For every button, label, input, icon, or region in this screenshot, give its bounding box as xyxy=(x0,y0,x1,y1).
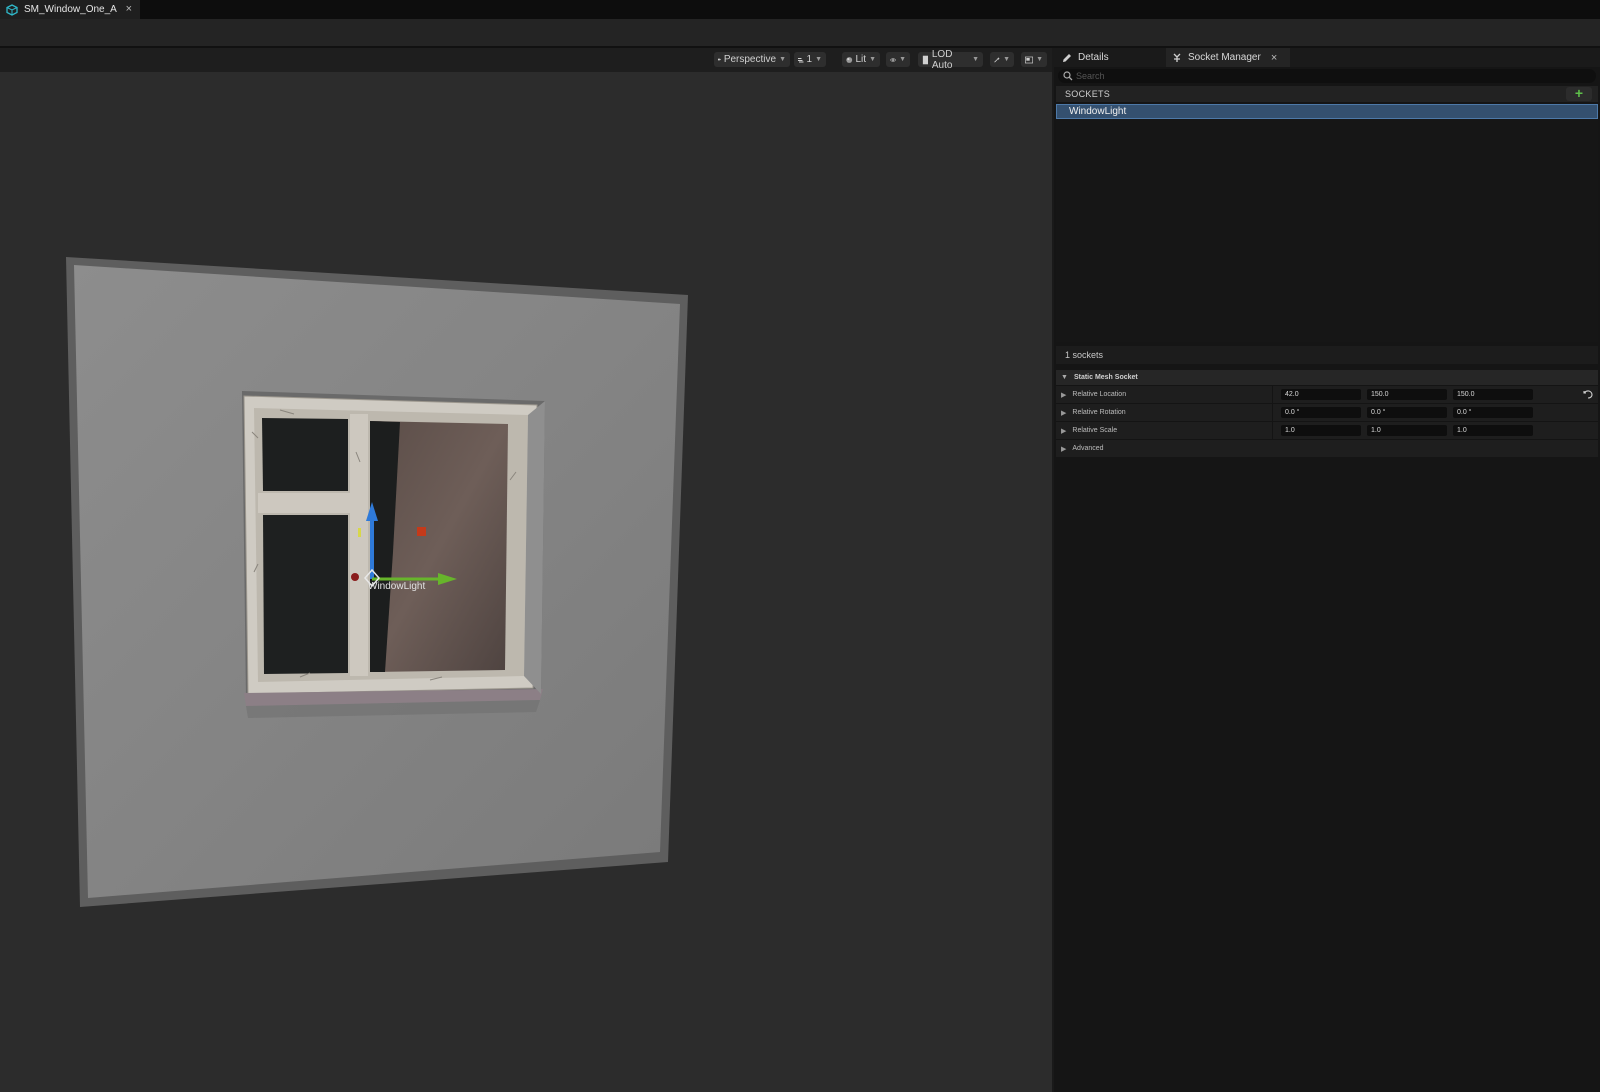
category-static-mesh-socket[interactable]: ▼ Static Mesh Socket xyxy=(1056,370,1598,385)
property-advanced[interactable]: ▶ Advanced xyxy=(1056,439,1598,457)
chevron-down-icon: ▼ xyxy=(779,56,786,63)
tab-details-label: Details xyxy=(1078,52,1109,63)
tab-details[interactable]: Details xyxy=(1058,48,1162,67)
show-flags-button[interactable]: ▼ xyxy=(886,52,910,67)
socket-count-bar: 1 sockets xyxy=(1056,346,1598,364)
document-tab-strip: SM_Window_One_A × xyxy=(0,0,1600,19)
scene-render[interactable]: WindowLight xyxy=(0,72,1052,1092)
viewport[interactable]: Perspective ▼ 1 ▼ Lit ▼ ▼ LOD Auto ▼ ▼ ▼… xyxy=(0,48,1052,1092)
scale-y-field[interactable]: 1.0 xyxy=(1367,425,1447,436)
lod-label: LOD Auto xyxy=(931,48,953,71)
chevron-down-icon: ▼ xyxy=(972,56,979,63)
performance-button[interactable]: ▼ xyxy=(990,52,1014,67)
eye-icon xyxy=(890,57,897,62)
location-y-field[interactable]: 150.0 xyxy=(1367,389,1447,400)
gizmo-origin[interactable] xyxy=(351,573,359,581)
camera-label: Perspective xyxy=(723,54,777,65)
column-divider[interactable] xyxy=(1272,386,1273,403)
camera-icon xyxy=(718,58,721,61)
window-pane-top-left xyxy=(262,418,348,491)
document-tab-title: SM_Window_One_A xyxy=(24,4,117,15)
lod-icon xyxy=(922,55,929,64)
sockets-header-label: SOCKETS xyxy=(1065,89,1111,99)
property-relative-scale: ▶ Relative Scale 1.0 1.0 1.0 xyxy=(1056,421,1598,439)
tab-socket-manager-label: Socket Manager xyxy=(1188,52,1261,63)
column-divider[interactable] xyxy=(1272,422,1273,439)
gizmo-plane-handle[interactable] xyxy=(358,528,361,537)
scale-x-field[interactable]: 1.0 xyxy=(1281,425,1361,436)
socket-manager-icon xyxy=(1173,53,1181,62)
expand-arrow-icon[interactable]: ▶ xyxy=(1061,427,1066,435)
panel-tab-bar: Details Socket Manager × xyxy=(1054,48,1600,67)
rotation-y-field[interactable]: 0.0 ° xyxy=(1367,407,1447,418)
window-mullion xyxy=(350,414,368,676)
rotation-z-field[interactable]: 0.0 ° xyxy=(1453,407,1533,418)
layers-icon xyxy=(798,57,804,62)
location-x-field[interactable]: 42.0 xyxy=(1281,389,1361,400)
close-tab-icon[interactable]: × xyxy=(1271,52,1277,64)
property-relative-location: ▶ Relative Location 42.0 150.0 150.0 xyxy=(1056,385,1598,403)
expand-arrow-icon[interactable]: ▶ xyxy=(1061,445,1066,453)
socket-count: 1 sockets xyxy=(1065,350,1104,360)
sphere-icon xyxy=(846,56,853,63)
expand-arrow-icon[interactable]: ▶ xyxy=(1061,409,1066,417)
gizmo-x-handle[interactable] xyxy=(417,527,426,536)
layers-label: 1 xyxy=(806,54,813,65)
document-tab[interactable]: SM_Window_One_A × xyxy=(0,0,140,19)
window-transom xyxy=(258,493,350,513)
socket-list-item[interactable]: WindowLight xyxy=(1056,104,1598,119)
category-label: Static Mesh Socket xyxy=(1073,374,1138,381)
property-label: Relative Rotation xyxy=(1072,409,1126,416)
close-tab-icon[interactable]: × xyxy=(126,3,132,15)
static-mesh-icon xyxy=(6,3,18,16)
socket-name: WindowLight xyxy=(1069,106,1127,117)
socket-details: ▼ Static Mesh Socket ▶ Relative Location… xyxy=(1056,370,1598,457)
camera-perspective-button[interactable]: Perspective ▼ xyxy=(714,52,790,67)
collapse-arrow-icon: ▼ xyxy=(1061,374,1068,381)
scale-z-field[interactable]: 1.0 xyxy=(1453,425,1533,436)
chevron-down-icon: ▼ xyxy=(869,56,876,63)
viewport-toolbar: Perspective ▼ 1 ▼ Lit ▼ ▼ LOD Auto ▼ ▼ ▼ xyxy=(0,48,1052,72)
layout-button[interactable]: ▼ xyxy=(1021,52,1047,67)
chevron-down-icon: ▼ xyxy=(815,56,822,63)
side-panel: Details Socket Manager × SOCKETS + Windo… xyxy=(1054,48,1600,1092)
chevron-down-icon: ▼ xyxy=(899,56,906,63)
add-socket-button[interactable]: + xyxy=(1566,86,1592,101)
property-label: Relative Scale xyxy=(1072,427,1118,434)
lod-button[interactable]: LOD Auto ▼ xyxy=(918,49,983,71)
main-toolbar xyxy=(0,19,1600,48)
property-label: Relative Location xyxy=(1072,391,1127,398)
view-mode-label: Lit xyxy=(855,54,867,65)
view-mode-button[interactable]: Lit ▼ xyxy=(842,52,880,67)
chevron-down-icon: ▼ xyxy=(1003,56,1010,63)
viewport-layout-icon xyxy=(1025,56,1034,63)
search-input[interactable] xyxy=(1076,69,1576,83)
pencil-icon xyxy=(1063,53,1071,62)
chevron-down-icon: ▼ xyxy=(1036,56,1043,63)
wand-icon xyxy=(994,56,1001,62)
socket-viewport-label: WindowLight xyxy=(368,581,425,592)
layers-button[interactable]: 1 ▼ xyxy=(794,52,826,67)
sockets-header: SOCKETS + xyxy=(1056,86,1598,102)
tab-socket-manager[interactable]: Socket Manager × xyxy=(1166,48,1290,67)
search-box[interactable] xyxy=(1058,69,1596,83)
reset-to-default-icon[interactable] xyxy=(1583,389,1594,400)
window-pane-bottom-left xyxy=(263,515,348,674)
advanced-label: Advanced xyxy=(1072,445,1104,452)
socket-list: WindowLight xyxy=(1056,104,1598,342)
location-z-field[interactable]: 150.0 xyxy=(1453,389,1533,400)
expand-arrow-icon[interactable]: ▶ xyxy=(1061,391,1066,399)
rotation-x-field[interactable]: 0.0 ° xyxy=(1281,407,1361,418)
property-relative-rotation: ▶ Relative Rotation 0.0 ° 0.0 ° 0.0 ° xyxy=(1056,403,1598,421)
column-divider[interactable] xyxy=(1272,404,1273,421)
search-icon xyxy=(1063,71,1073,81)
